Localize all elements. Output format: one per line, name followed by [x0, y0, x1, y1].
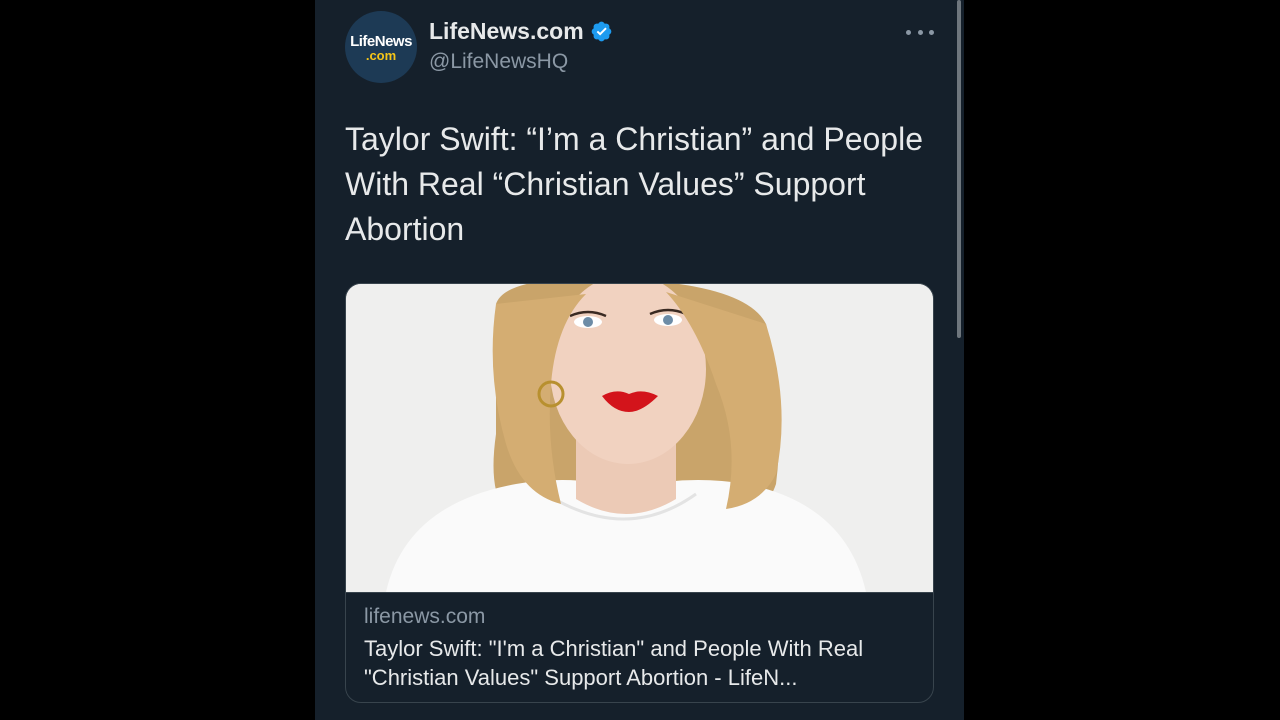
portrait-photo	[346, 284, 933, 592]
link-card-title[interactable]: Taylor Swift: "I'm a Christian" and Peop…	[364, 634, 919, 692]
tweet-text: Taylor Swift: “I’m a Christian” and Peop…	[345, 121, 923, 247]
display-name-row[interactable]: LifeNews.com	[429, 18, 613, 45]
display-name[interactable]: LifeNews.com	[429, 18, 584, 45]
avatar[interactable]: LifeNews .com	[345, 11, 417, 83]
link-card[interactable]: lifenews.com Taylor Swift: "I'm a Christ…	[345, 283, 934, 703]
more-dot	[917, 29, 923, 35]
link-card-image[interactable]	[346, 284, 933, 592]
more-options-icon[interactable]	[906, 22, 934, 42]
account-handle[interactable]: @LifeNewsHQ	[429, 50, 568, 74]
more-dot	[906, 29, 911, 35]
link-card-domain[interactable]: lifenews.com	[364, 605, 485, 629]
more-dot	[929, 29, 934, 35]
scrollbar-thumb[interactable]	[957, 0, 961, 338]
avatar-logo-text: LifeNews	[350, 33, 412, 50]
verified-badge-icon	[590, 20, 613, 43]
screenshot-stage: LifeNews .com LifeNews.com @LifeNewsHQ T…	[0, 0, 1280, 720]
avatar-logo-suffix: .com	[365, 48, 397, 63]
card-divider	[346, 592, 933, 593]
